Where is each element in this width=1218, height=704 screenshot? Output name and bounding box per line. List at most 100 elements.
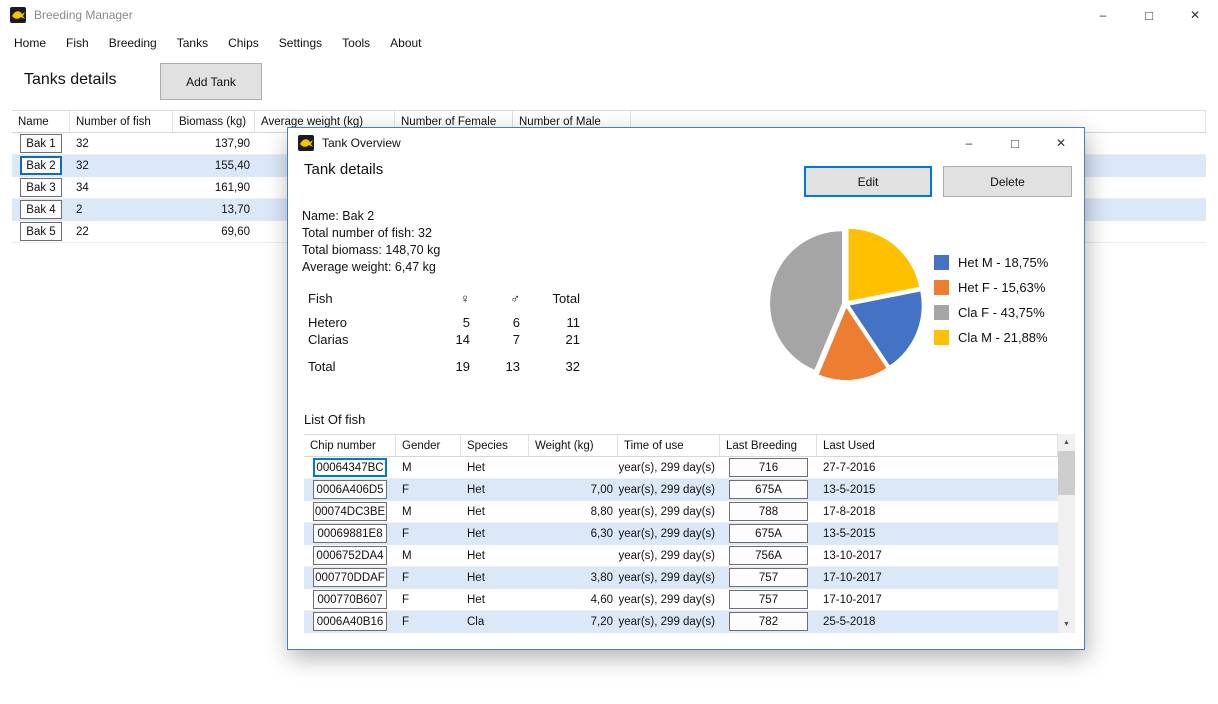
tank-name-button[interactable]: Bak 2	[20, 156, 62, 175]
cell-last-used: 13-5-2015	[817, 479, 1058, 500]
scroll-down-icon[interactable]: ▼	[1058, 616, 1075, 633]
scroll-up-icon[interactable]: ▲	[1058, 434, 1075, 451]
delete-button[interactable]: Delete	[943, 166, 1072, 197]
cell-species: Het	[461, 523, 529, 544]
edit-button[interactable]: Edit	[804, 166, 932, 197]
last-breeding-button[interactable]: 782	[729, 612, 808, 631]
chip-number-button[interactable]: 000770B607	[313, 590, 387, 609]
last-breeding-button[interactable]: 757	[729, 568, 808, 587]
cell-last-used: 25-5-2018	[817, 611, 1058, 632]
legend-label: Het F - 15,63%	[958, 280, 1045, 295]
cell-species: Het	[461, 457, 529, 478]
menu-home[interactable]: Home	[4, 30, 56, 56]
menu-chips[interactable]: Chips	[218, 30, 269, 56]
col-biomass[interactable]: Biomass (kg)	[173, 111, 255, 132]
main-titlebar[interactable]: Breeding Manager – □ ✕	[0, 0, 1218, 30]
cell-time-of-use: 2 year(s), 299 day(s)	[618, 589, 720, 610]
col-weight[interactable]: Weight (kg)	[529, 435, 618, 456]
close-icon[interactable]: ✕	[1172, 0, 1218, 30]
info-total-fish: Total number of fish: 32	[302, 225, 440, 242]
menu-settings[interactable]: Settings	[269, 30, 332, 56]
cell-biomass: 13,70	[173, 199, 255, 220]
summary-species: Total	[308, 359, 448, 374]
legend-label: Het M - 18,75%	[958, 255, 1048, 270]
cell-last-used: 13-10-2017	[817, 545, 1058, 566]
cell-time-of-use: 2 year(s), 299 day(s)	[618, 457, 720, 478]
last-breeding-button[interactable]: 716	[729, 458, 808, 477]
list-row[interactable]: 0006A40B16 F Cla 7,20 2 year(s), 299 day…	[304, 611, 1058, 633]
tank-name-button[interactable]: Bak 5	[20, 222, 62, 241]
female-icon: ♀	[448, 291, 470, 306]
chip-number-button[interactable]: 0006752DA4	[313, 546, 387, 565]
list-row[interactable]: 00069881E8 F Het 6,30 2 year(s), 299 day…	[304, 523, 1058, 545]
col-time-of-use[interactable]: Time of use	[618, 435, 720, 456]
col-gender[interactable]: Gender	[396, 435, 461, 456]
list-row[interactable]: 000770DDAF F Het 3,80 2 year(s), 299 day…	[304, 567, 1058, 589]
last-breeding-button[interactable]: 675A	[729, 524, 808, 543]
menu-tanks[interactable]: Tanks	[167, 30, 218, 56]
list-row[interactable]: 00064347BC M Het 2 year(s), 299 day(s) 7…	[304, 457, 1058, 479]
menu-breeding[interactable]: Breeding	[99, 30, 167, 56]
last-breeding-button[interactable]: 756A	[729, 546, 808, 565]
scrollbar-thumb[interactable]	[1058, 451, 1075, 495]
close-icon[interactable]: ✕	[1038, 128, 1084, 158]
tank-name-button[interactable]: Bak 4	[20, 200, 62, 219]
menu-about[interactable]: About	[380, 30, 431, 56]
cell-weight: 7,00	[529, 479, 618, 500]
summary-col-fish: Fish	[308, 291, 448, 306]
col-last-used[interactable]: Last Used	[817, 435, 1058, 456]
cell-time-of-use: 2 year(s), 299 day(s)	[618, 567, 720, 588]
menu-fish[interactable]: Fish	[56, 30, 99, 56]
cell-gender: F	[396, 523, 461, 544]
col-number-of-fish[interactable]: Number of fish	[70, 111, 173, 132]
menu-tools[interactable]: Tools	[332, 30, 380, 56]
last-breeding-button[interactable]: 675A	[729, 480, 808, 499]
breeding-manager-window: { "app": { "title": "Breeding Manager" }…	[0, 0, 1218, 704]
legend-item: Cla M - 21,88%	[934, 325, 1048, 350]
cell-time-of-use: 2 year(s), 299 day(s)	[618, 545, 720, 566]
last-breeding-button[interactable]: 757	[729, 590, 808, 609]
col-last-breeding[interactable]: Last Breeding	[720, 435, 817, 456]
cell-biomass: 137,90	[173, 133, 255, 154]
col-name[interactable]: Name	[12, 111, 70, 132]
minimize-icon[interactable]: –	[1080, 0, 1126, 30]
legend-label: Cla M - 21,88%	[958, 330, 1048, 345]
col-species[interactable]: Species	[461, 435, 529, 456]
summary-row: Clarias 14 7 21	[308, 331, 580, 348]
maximize-icon[interactable]: □	[992, 128, 1038, 158]
list-row[interactable]: 0006752DA4 M Het 2 year(s), 299 day(s) 7…	[304, 545, 1058, 567]
chip-number-button[interactable]: 000770DDAF	[313, 568, 387, 587]
chip-number-button[interactable]: 00069881E8	[313, 524, 387, 543]
cell-species: Het	[461, 589, 529, 610]
summary-species: Clarias	[308, 332, 448, 347]
last-breeding-button[interactable]: 788	[729, 502, 808, 521]
page-title: Tanks details	[24, 71, 117, 89]
cell-species: Het	[461, 479, 529, 500]
add-tank-button[interactable]: Add Tank	[160, 63, 262, 100]
list-row[interactable]: 000770B607 F Het 4,60 2 year(s), 299 day…	[304, 589, 1058, 611]
chip-number-button[interactable]: 0006A406D5	[313, 480, 387, 499]
cell-biomass: 155,40	[173, 155, 255, 176]
minimize-icon[interactable]: –	[946, 128, 992, 158]
chip-number-button[interactable]: 00074DC3BE	[313, 502, 387, 521]
dialog-heading: Tank details	[304, 161, 383, 178]
summary-female: 19	[448, 359, 470, 374]
pie-slice	[849, 229, 920, 301]
list-row[interactable]: 00074DC3BE M Het 8,80 2 year(s), 299 day…	[304, 501, 1058, 523]
cell-weight	[529, 545, 618, 566]
legend-item: Cla F - 43,75%	[934, 300, 1048, 325]
chip-number-button[interactable]: 00064347BC	[313, 458, 387, 477]
cell-gender: F	[396, 589, 461, 610]
tank-name-button[interactable]: Bak 1	[20, 134, 62, 153]
maximize-icon[interactable]: □	[1126, 0, 1172, 30]
chip-number-button[interactable]: 0006A40B16	[313, 612, 387, 631]
summary-total: 11	[520, 315, 580, 330]
summary-male: 7	[470, 332, 520, 347]
col-chip-number[interactable]: Chip number	[304, 435, 396, 456]
tank-name-button[interactable]: Bak 3	[20, 178, 62, 197]
cell-gender: M	[396, 501, 461, 522]
list-scrollbar[interactable]: ▲ ▼	[1058, 434, 1075, 633]
dialog-titlebar[interactable]: Tank Overview – □ ✕	[288, 128, 1084, 158]
legend-item: Het M - 18,75%	[934, 250, 1048, 275]
list-row[interactable]: 0006A406D5 F Het 7,00 2 year(s), 299 day…	[304, 479, 1058, 501]
